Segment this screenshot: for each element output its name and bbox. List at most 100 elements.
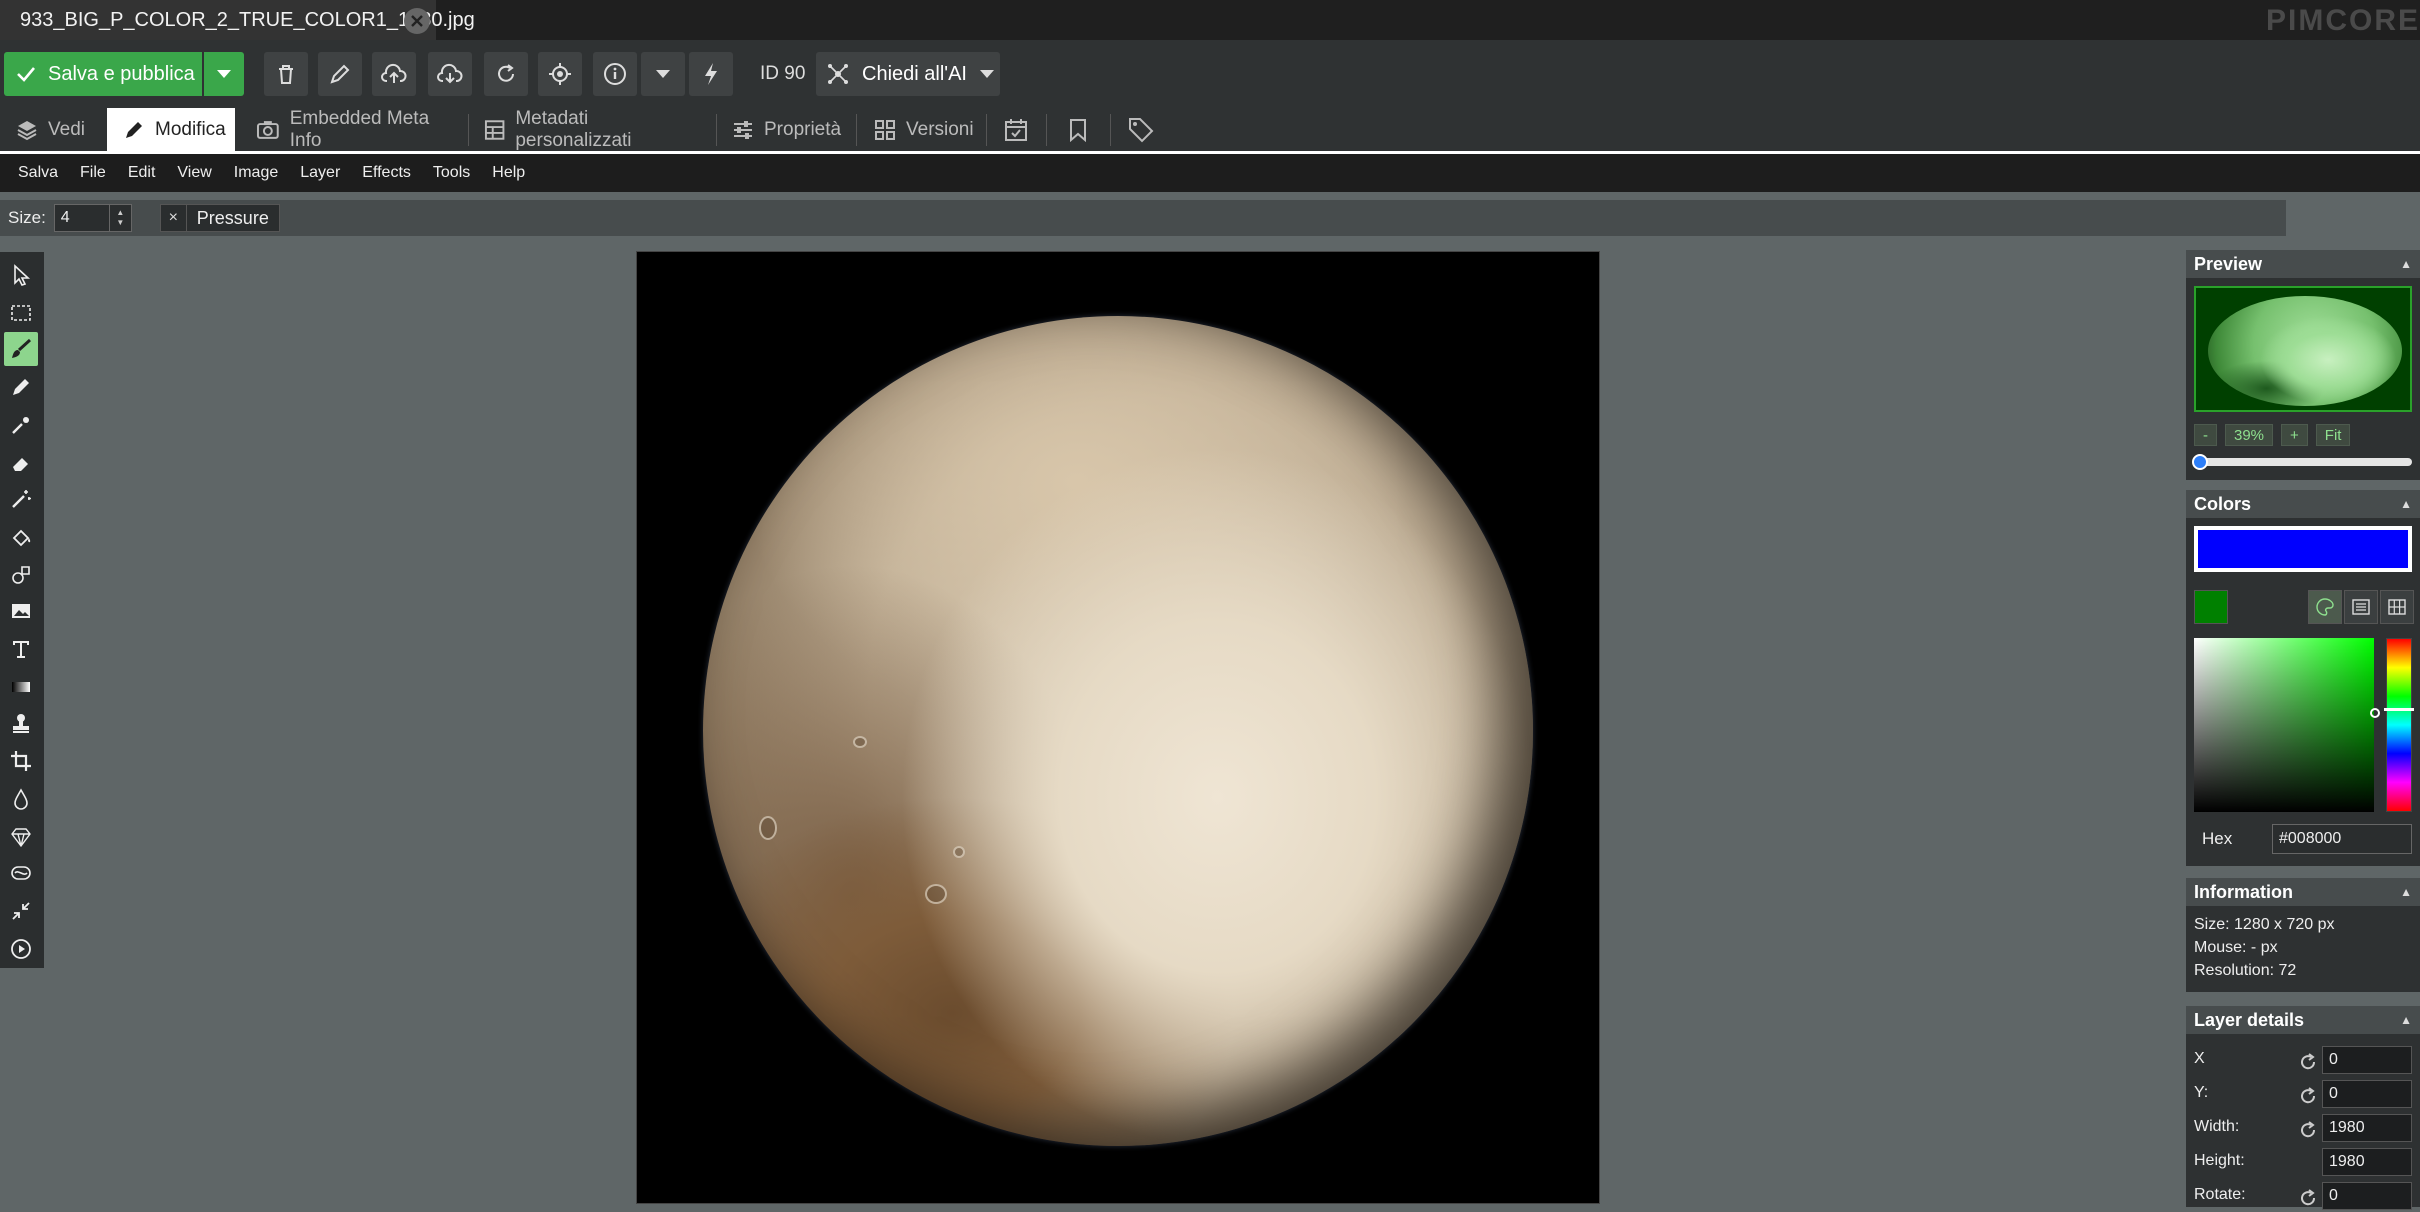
tab-view[interactable]: Vedi [16,108,106,152]
preview-thumbnail[interactable] [2194,286,2412,412]
download-button[interactable] [428,52,472,96]
zoom-out-button[interactable]: - [2194,424,2217,446]
close-icon[interactable]: × [161,205,187,231]
palette-mode-button[interactable] [2308,590,2342,624]
tool-clone[interactable] [4,706,38,740]
tab-notes[interactable] [1068,108,1094,152]
resize-arrows-icon [12,902,30,920]
layer-x-row: X 0 [2194,1046,2412,1076]
layer-height-input[interactable]: 1980 [2322,1148,2412,1176]
menu-image[interactable]: Image [234,164,278,182]
image-canvas[interactable] [636,251,1600,1204]
tool-fill[interactable] [4,520,38,554]
layer-x-input[interactable]: 0 [2322,1046,2412,1074]
tool-image[interactable] [4,594,38,628]
collapse-icon[interactable]: ▲ [2400,497,2412,511]
tool-pipette[interactable] [4,408,38,442]
save-publish-button[interactable]: Salva e pubblica [4,52,202,96]
info-button[interactable] [593,52,637,96]
reset-icon[interactable] [2298,1086,2318,1106]
gradient-icon [12,682,30,692]
quick-action-button[interactable] [689,52,733,96]
show-in-tree-button[interactable] [538,52,582,96]
save-options-dropdown[interactable] [204,52,244,96]
reset-icon[interactable] [2298,1052,2318,1072]
menu-view[interactable]: View [177,164,211,182]
tab-versions[interactable]: Versioni [874,108,978,152]
upload-button[interactable] [372,52,416,96]
tool-sharpen[interactable] [4,820,38,854]
ask-ai-button[interactable]: Chiedi all'AI [816,52,1000,96]
information-header[interactable]: Information ▲ [2186,878,2420,906]
size-value: 4 [60,209,70,226]
tool-select[interactable] [4,258,38,292]
size-input[interactable]: 4 ▲ ▼ [53,204,132,232]
collapse-icon[interactable]: ▲ [2400,1013,2412,1027]
tab-properties-label: Proprietà [764,119,842,140]
tool-resize[interactable] [4,894,38,928]
clone-stamp-icon [13,714,29,733]
tool-gradient[interactable] [4,670,38,704]
zoom-slider[interactable] [2192,454,2412,470]
collapse-icon[interactable]: ▲ [2400,885,2412,899]
tool-shapes[interactable] [4,558,38,592]
zoom-in-button[interactable]: + [2281,424,2308,446]
menu-tools[interactable]: Tools [433,164,470,182]
tool-eraser[interactable] [4,446,38,480]
grid-mode-button[interactable] [2380,590,2414,624]
tool-crop[interactable] [4,744,38,778]
document-tab[interactable]: 933_BIG_P_COLOR_2_TRUE_COLOR1_1980.jpg [0,0,475,40]
secondary-color[interactable] [2194,590,2228,624]
close-tab-icon[interactable] [404,8,430,34]
layer-y-input[interactable]: 0 [2322,1080,2412,1108]
layer-rotate-label: Rotate: [2194,1186,2246,1203]
primary-color[interactable] [2194,526,2412,572]
tab-tags[interactable] [1128,108,1156,152]
preview-header[interactable]: Preview ▲ [2186,250,2420,278]
hue-marker[interactable] [2384,708,2414,711]
tab-schedule[interactable] [1004,108,1034,152]
list-mode-button[interactable] [2344,590,2378,624]
size-stepper[interactable]: ▲ ▼ [108,205,131,231]
reset-icon[interactable] [2298,1188,2318,1208]
reload-button[interactable] [484,52,528,96]
menu-edit[interactable]: Edit [128,164,156,182]
color-picker-knob[interactable] [2370,708,2380,718]
tool-magic-wand[interactable] [4,482,38,516]
tool-pencil[interactable] [4,370,38,404]
tool-rect-select[interactable] [4,296,38,330]
menu-layer[interactable]: Layer [300,164,340,182]
pressure-toggle[interactable]: × Pressure [159,204,280,232]
tab-custom-metadata[interactable]: Metadati personalizzati [484,108,704,152]
tab-embedded-meta[interactable]: Embedded Meta Info [256,108,464,152]
colors-header[interactable]: Colors ▲ [2186,490,2420,518]
menu-save[interactable]: Salva [18,164,58,182]
tool-animation[interactable] [4,932,38,966]
zoom-fit-button[interactable]: Fit [2315,424,2351,446]
tools-panel [0,252,44,968]
info-dropdown[interactable] [641,52,685,96]
hex-input[interactable]: #008000 [2272,824,2412,854]
hue-slider[interactable] [2386,638,2412,812]
eye-layers-icon [17,121,37,141]
tool-bulge[interactable] [4,856,38,890]
tag-icon [1129,118,1154,143]
saturation-value-picker[interactable] [2194,638,2374,812]
zoom-value[interactable]: 39% [2225,424,2274,446]
rename-button[interactable] [318,52,362,96]
zoom-slider-knob[interactable] [2192,454,2208,470]
layer-width-input[interactable]: 1980 [2322,1114,2412,1142]
tool-brush[interactable] [4,332,38,366]
delete-button[interactable] [264,52,308,96]
menu-help[interactable]: Help [492,164,525,182]
tab-properties[interactable]: Proprietà [732,108,842,152]
reset-icon[interactable] [2298,1120,2318,1140]
tool-blur[interactable] [4,782,38,816]
collapse-icon[interactable]: ▲ [2400,257,2412,271]
tool-text[interactable] [4,632,38,666]
layer-rotate-input[interactable]: 0 [2322,1182,2412,1210]
layer-details-header[interactable]: Layer details ▲ [2186,1006,2420,1034]
menu-effects[interactable]: Effects [362,164,411,182]
menu-file[interactable]: File [80,164,106,182]
tab-edit[interactable]: Modifica [107,108,235,152]
